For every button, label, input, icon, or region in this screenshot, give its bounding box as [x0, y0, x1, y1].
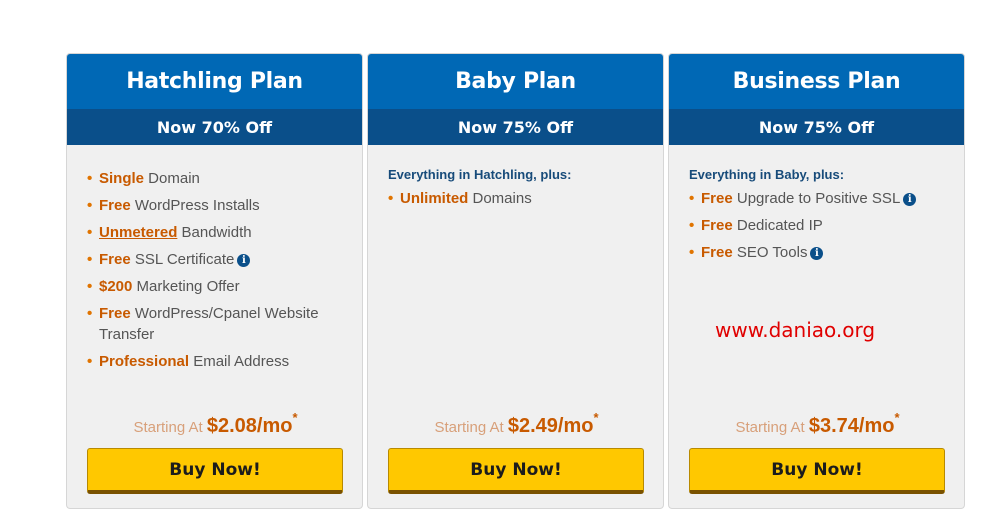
feature-text: Bandwidth	[177, 224, 252, 241]
price-prefix: Starting At	[434, 419, 508, 436]
bullet-icon: •	[388, 190, 394, 207]
feature-highlight: Free	[99, 305, 131, 322]
info-icon[interactable]: i	[903, 193, 917, 206]
bullet-icon: •	[87, 170, 93, 187]
bullet-icon: •	[87, 197, 93, 214]
bullet-icon: •	[689, 190, 695, 207]
feature-text: Dedicated IP	[732, 217, 823, 234]
feature-highlight: Single	[99, 170, 145, 187]
feature-item: • Free WordPress Installs	[87, 195, 347, 216]
price-line: Starting At $2.49/mo*	[368, 410, 663, 438]
feature-item: • Single Domain	[87, 168, 347, 189]
price-amount: $3.74/mo	[808, 415, 895, 437]
feature-highlight: $200	[99, 278, 133, 295]
feature-highlight: Free	[99, 251, 131, 268]
plan-title: Hatchling Plan	[67, 54, 362, 109]
price-prefix: Starting At	[735, 419, 809, 436]
buy-now-button[interactable]: Buy Now!	[87, 448, 343, 494]
feature-text: Marketing Offer	[132, 278, 240, 295]
feature-text: Email Address	[189, 353, 290, 370]
bullet-icon: •	[87, 224, 93, 241]
price-line: Starting At $2.08/mo*	[67, 410, 362, 438]
feature-text: Domains	[468, 190, 532, 207]
feature-item: • Free Dedicated IP	[689, 215, 949, 236]
price-footnote-mark: *	[593, 410, 599, 425]
feature-list: • Free Upgrade to Positive SSL i • Free Ded…	[689, 188, 949, 269]
feature-text: SSL Certificate	[130, 251, 235, 268]
feature-item: • Free SSL Certificate i	[87, 249, 347, 270]
feature-highlight: Free	[701, 244, 733, 261]
feature-item: • $200 Marketing Offer	[87, 276, 347, 297]
feature-highlight: Free	[701, 217, 733, 234]
feature-text: WordPress/Cpanel Website Transfer	[99, 305, 319, 343]
feature-highlight: Professional	[99, 353, 190, 370]
unmetered-link[interactable]: Unmetered	[99, 224, 177, 241]
feature-item: • Professional Email Address	[87, 351, 347, 372]
price-prefix: Starting At	[133, 419, 207, 436]
feature-item: • Free SEO Tools i	[689, 242, 949, 263]
feature-text: WordPress Installs	[130, 197, 260, 214]
feature-text: SEO Tools	[732, 244, 808, 261]
feature-highlight: Free	[701, 190, 733, 207]
bullet-icon: •	[87, 278, 93, 295]
feature-item: • Free WordPress/Cpanel Website Transfer	[87, 303, 347, 345]
feature-list: • Single Domain • Free WordPress Installs …	[87, 168, 347, 378]
plan-title: Business Plan	[669, 54, 964, 109]
bullet-icon: •	[87, 353, 93, 370]
feature-highlight: Unlimited	[400, 190, 469, 207]
feature-list: • Unlimited Domains	[388, 188, 648, 215]
plan-intro: Everything in Hatchling, plus:	[388, 167, 572, 182]
buy-now-button[interactable]: Buy Now!	[689, 448, 945, 494]
buy-now-button[interactable]: Buy Now!	[388, 448, 644, 494]
feature-text: Domain	[144, 170, 200, 187]
info-icon[interactable]: i	[237, 254, 251, 267]
feature-highlight: Free	[99, 197, 131, 214]
bullet-icon: •	[87, 305, 93, 322]
price-footnote-mark: *	[292, 410, 298, 425]
bullet-icon: •	[87, 251, 93, 268]
feature-item: • Free Upgrade to Positive SSL i	[689, 188, 949, 209]
pricing-plans: Hatchling Plan Now 70% Off • Single Domai…	[66, 53, 966, 509]
plan-card-baby: Baby Plan Now 75% Off Everything in Hatc…	[367, 53, 664, 509]
plan-card-business: Business Plan Now 75% Off Everything in …	[668, 53, 965, 509]
plan-discount: Now 75% Off	[669, 109, 964, 145]
watermark-text: www.daniao.org	[715, 318, 876, 342]
price-amount: $2.49/mo	[507, 415, 594, 437]
plan-discount: Now 75% Off	[368, 109, 663, 145]
plan-title: Baby Plan	[368, 54, 663, 109]
feature-item: • Unlimited Domains	[388, 188, 648, 209]
feature-item: • Unmetered Bandwidth	[87, 222, 347, 243]
price-line: Starting At $3.74/mo*	[669, 410, 964, 438]
plan-discount: Now 70% Off	[67, 109, 362, 145]
plan-intro: Everything in Baby, plus:	[689, 167, 845, 182]
bullet-icon: •	[689, 217, 695, 234]
price-footnote-mark: *	[894, 410, 900, 425]
price-amount: $2.08/mo	[206, 415, 293, 437]
plan-card-hatchling: Hatchling Plan Now 70% Off • Single Domai…	[66, 53, 363, 509]
bullet-icon: •	[689, 244, 695, 261]
feature-text: Upgrade to Positive SSL	[732, 190, 901, 207]
info-icon[interactable]: i	[810, 247, 824, 260]
